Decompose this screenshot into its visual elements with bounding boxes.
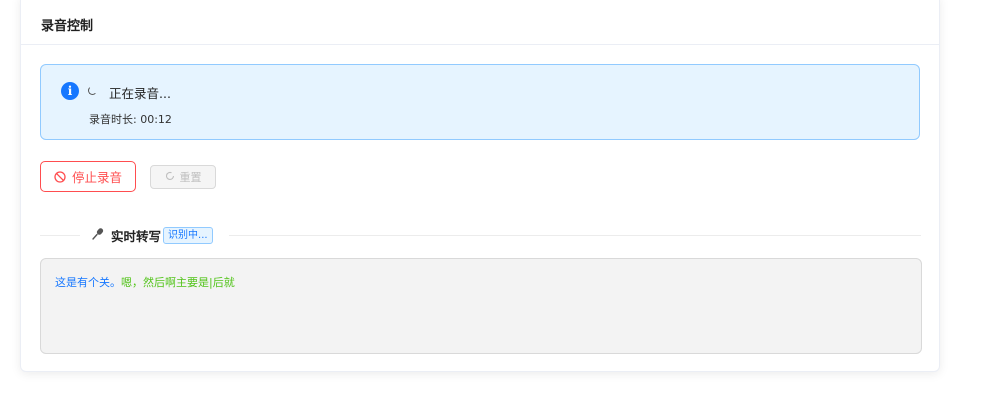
recording-status-alert: i 正在录音... 录音时长: 00:12 [40,64,920,140]
reset-label: 重置 [179,171,202,184]
divider-line-left [40,235,80,236]
stop-recording-label: 停止录音 [71,170,122,185]
interim-transcript-text: 嗯，然后啊主要是|后就 [121,276,235,289]
loading-spinner-icon [88,86,97,95]
transcription-header: 实时转写 识别中... [91,226,213,245]
transcript-output[interactable]: 这是有个关。嗯，然后啊主要是|后就 [40,258,922,354]
stop-recording-button[interactable]: 停止录音 [40,161,136,192]
info-icon: i [61,82,79,100]
recording-status-text: 正在录音... [109,86,171,101]
divider-line-right [229,235,921,236]
recognizing-status-tag: 识别中... [163,227,213,244]
transcription-title: 实时转写 [111,229,162,244]
microphone-icon [91,227,105,244]
reload-icon [165,171,175,184]
card-title: 录音控制 [21,0,939,45]
stop-icon [54,170,66,183]
recording-control-card: 录音控制 i 正在录音... 录音时长: 00:12 停止录音 重置 实时转写 … [20,0,940,372]
reset-button[interactable]: 重置 [150,165,216,189]
final-transcript-text: 这是有个关。 [55,276,121,289]
recording-duration: 录音时长: 00:12 [89,113,172,126]
